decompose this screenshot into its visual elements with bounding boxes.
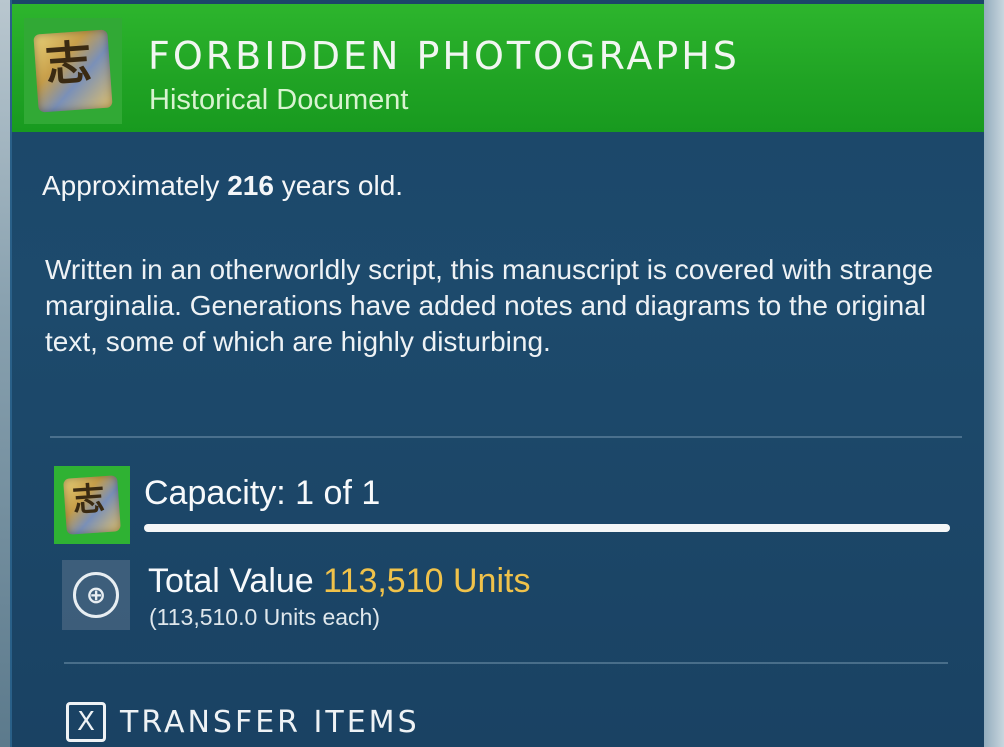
item-description: Written in an otherworldly script, this … bbox=[45, 254, 934, 357]
document-icon: 志 bbox=[24, 18, 122, 124]
value-each: (113,510.0 Units each) bbox=[149, 604, 380, 630]
capacity-label: Capacity: 1 of 1 bbox=[144, 474, 381, 512]
item-detail-panel: 志 FORBIDDEN PHOTOGRAPHS Historical Docum… bbox=[10, 0, 984, 747]
item-slot-icon: 志 bbox=[54, 466, 130, 544]
total-value-amount: 113,510 Units bbox=[323, 562, 531, 600]
capacity-bar-fill bbox=[144, 524, 950, 532]
capacity-bar bbox=[144, 524, 950, 532]
item-header: 志 FORBIDDEN PHOTOGRAPHS Historical Docum… bbox=[12, 4, 984, 132]
units-currency-icon: ⊕ bbox=[62, 560, 130, 630]
divider bbox=[50, 436, 962, 438]
transfer-items-button[interactable]: X TRANSFER ITEMS bbox=[66, 700, 420, 744]
transfer-items-label: TRANSFER ITEMS bbox=[120, 704, 420, 740]
x-key-icon: X bbox=[66, 702, 106, 742]
item-title: FORBIDDEN PHOTOGRAPHS bbox=[148, 34, 740, 78]
item-age: Approximately 216 years old. bbox=[42, 170, 404, 201]
total-value: Total Value 113,510 Units bbox=[148, 562, 531, 600]
divider bbox=[64, 662, 948, 664]
item-category: Historical Document bbox=[149, 84, 409, 116]
item-age-value: 216 bbox=[227, 170, 274, 201]
